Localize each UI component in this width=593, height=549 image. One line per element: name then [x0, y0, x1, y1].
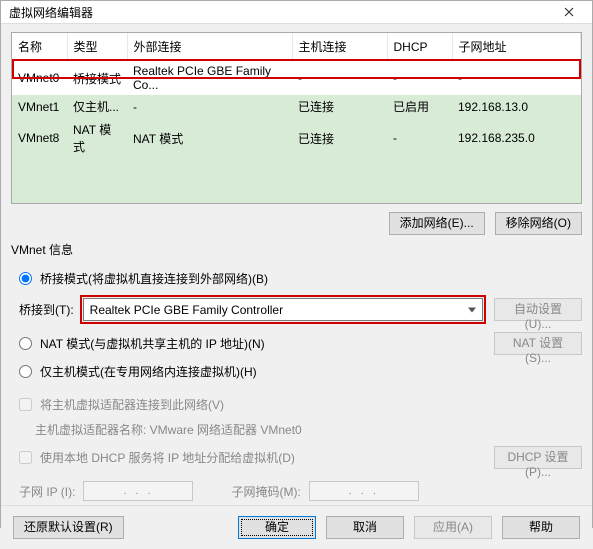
titlebar: 虚拟网络编辑器 — [1, 1, 592, 24]
host-adapter-name-row: 主机虚拟适配器名称: VMware 网络适配器 VMnet0 — [35, 421, 582, 438]
cell-name: VMnet0 — [12, 61, 67, 96]
bridge-to-select[interactable]: Realtek PCIe GBE Family Controller — [83, 298, 483, 321]
col-host[interactable]: 主机连接 — [292, 33, 387, 61]
subnet-ip-field: . . . — [83, 481, 193, 501]
col-dhcp[interactable]: DHCP — [387, 33, 452, 61]
cell-type: 桥接模式 — [67, 61, 127, 96]
cell-host: - — [292, 61, 387, 96]
col-subnet[interactable]: 子网地址 — [452, 33, 581, 61]
dhcp-row: 使用本地 DHCP 服务将 IP 地址分配给虚拟机(D) DHCP 设置(P).… — [19, 446, 582, 469]
bottom-bar: 还原默认设置(R) 确定 取消 应用(A) 帮助 — [1, 505, 592, 549]
host-adapter-row: 将主机虚拟适配器连接到此网络(V) — [19, 396, 582, 413]
bridge-to-label: 桥接到(T): — [19, 301, 74, 318]
network-table-wrap: 名称 类型 外部连接 主机连接 DHCP 子网地址 VMnet0 桥接模式 Re — [11, 32, 582, 204]
cell-subnet: 192.168.235.0 — [452, 118, 581, 158]
network-table-area: 名称 类型 外部连接 主机连接 DHCP 子网地址 VMnet0 桥接模式 Re — [11, 32, 582, 204]
subnet-mask-label: 子网掩码(M): — [231, 483, 300, 500]
bridge-to-row: 桥接到(T): Realtek PCIe GBE Family Controll… — [19, 295, 582, 324]
host-adapter-checkbox — [19, 398, 32, 411]
table-row-empty — [12, 158, 581, 204]
content-area: 名称 类型 外部连接 主机连接 DHCP 子网地址 VMnet0 桥接模式 Re — [1, 24, 592, 505]
host-adapter-name-label: 主机虚拟适配器名称: VMware 网络适配器 VMnet0 — [35, 421, 302, 438]
col-type[interactable]: 类型 — [67, 33, 127, 61]
vmnet-info-label: VMnet 信息 — [11, 241, 582, 258]
cell-dhcp: 已启用 — [387, 95, 452, 118]
network-table[interactable]: 名称 类型 外部连接 主机连接 DHCP 子网地址 VMnet0 桥接模式 Re — [12, 33, 581, 204]
table-row[interactable]: VMnet1 仅主机... - 已连接 已启用 192.168.13.0 — [12, 95, 581, 118]
cell-dhcp: - — [387, 61, 452, 96]
bridge-mode-label: 桥接模式(将虚拟机直接连接到外部网络)(B) — [40, 270, 268, 287]
bridge-to-select-highlight: Realtek PCIe GBE Family Controller — [80, 295, 486, 324]
cell-host: 已连接 — [292, 95, 387, 118]
window-title: 虚拟网络编辑器 — [9, 4, 93, 21]
table-buttons: 添加网络(E)... 移除网络(O) — [11, 204, 582, 239]
cell-type: NAT 模式 — [67, 118, 127, 158]
nat-mode-label: NAT 模式(与虚拟机共享主机的 IP 地址)(N) — [40, 335, 265, 352]
auto-settings-button[interactable]: 自动设置(U)... — [494, 298, 582, 321]
nat-mode-radio[interactable] — [19, 337, 32, 350]
bridge-mode-row: 桥接模式(将虚拟机直接连接到外部网络)(B) — [19, 270, 582, 287]
host-adapter-label: 将主机虚拟适配器连接到此网络(V) — [40, 396, 224, 413]
table-row[interactable]: VMnet0 桥接模式 Realtek PCIe GBE Family Co..… — [12, 61, 581, 96]
cell-subnet: 192.168.13.0 — [452, 95, 581, 118]
dhcp-label: 使用本地 DHCP 服务将 IP 地址分配给虚拟机(D) — [40, 449, 295, 466]
cell-type: 仅主机... — [67, 95, 127, 118]
subnet-ip-label: 子网 IP (I): — [19, 483, 75, 500]
col-name[interactable]: 名称 — [12, 33, 67, 61]
cell-dhcp: - — [387, 118, 452, 158]
hostonly-mode-radio[interactable] — [19, 365, 32, 378]
cell-ext: - — [127, 95, 292, 118]
bridge-mode-radio[interactable] — [19, 272, 32, 285]
cell-ext: Realtek PCIe GBE Family Co... — [127, 61, 292, 96]
dhcp-settings-button[interactable]: DHCP 设置(P)... — [494, 446, 582, 469]
cell-name: VMnet1 — [12, 95, 67, 118]
subnet-mask-field: . . . — [309, 481, 419, 501]
remove-network-button[interactable]: 移除网络(O) — [495, 212, 582, 235]
table-header-row: 名称 类型 外部连接 主机连接 DHCP 子网地址 — [12, 33, 581, 61]
hostonly-mode-row: 仅主机模式(在专用网络内连接虚拟机)(H) — [19, 363, 582, 380]
col-ext[interactable]: 外部连接 — [127, 33, 292, 61]
add-network-button[interactable]: 添加网络(E)... — [389, 212, 485, 235]
close-icon[interactable] — [554, 1, 584, 23]
cell-name: VMnet8 — [12, 118, 67, 158]
cell-subnet: - — [452, 61, 581, 96]
hostonly-mode-label: 仅主机模式(在专用网络内连接虚拟机)(H) — [40, 363, 257, 380]
nat-settings-button[interactable]: NAT 设置(S)... — [494, 332, 582, 355]
cell-ext: NAT 模式 — [127, 118, 292, 158]
cell-host: 已连接 — [292, 118, 387, 158]
dhcp-checkbox — [19, 451, 32, 464]
vnet-editor-window: 虚拟网络编辑器 名称 类型 外部连接 主机连接 — [0, 0, 593, 528]
subnet-row: 子网 IP (I): . . . 子网掩码(M): . . . — [19, 481, 582, 501]
nat-mode-row: NAT 模式(与虚拟机共享主机的 IP 地址)(N) NAT 设置(S)... — [19, 332, 582, 355]
table-row[interactable]: VMnet8 NAT 模式 NAT 模式 已连接 - 192.168.235.0 — [12, 118, 581, 158]
